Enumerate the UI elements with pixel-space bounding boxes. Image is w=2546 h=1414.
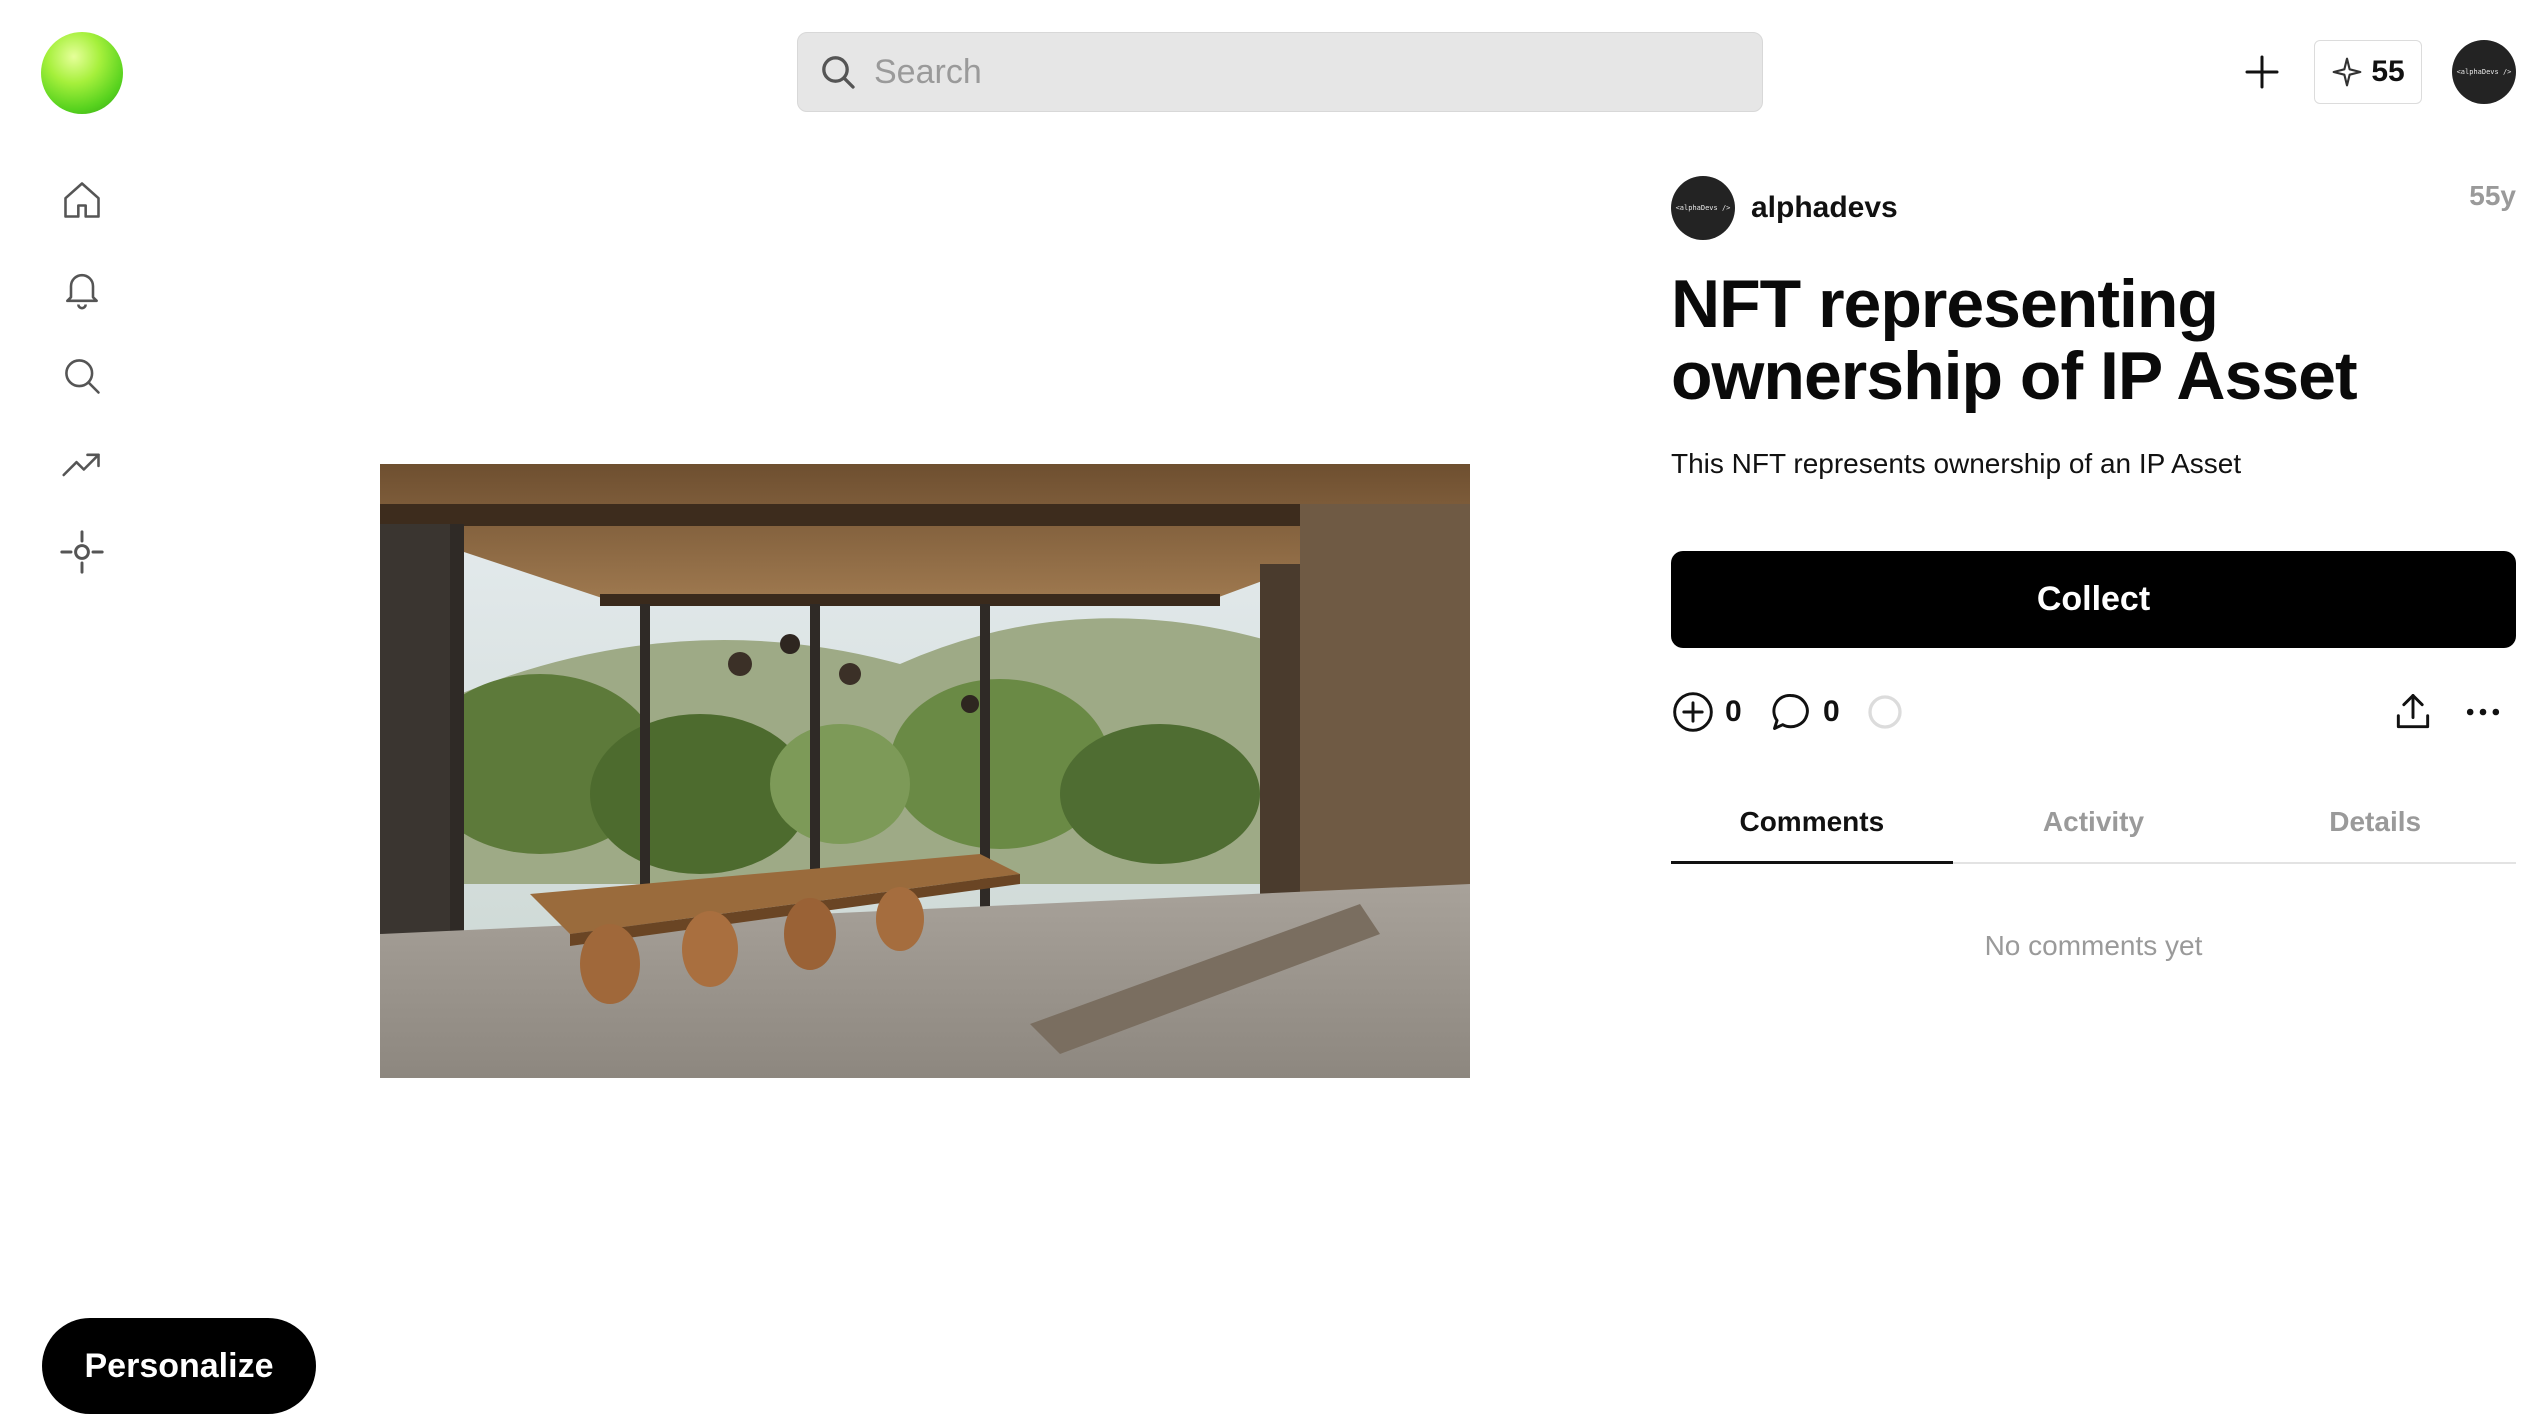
collect-button[interactable]: Collect	[1671, 551, 2516, 648]
plus-icon	[2245, 55, 2279, 89]
sidebar-item-trending[interactable]	[52, 434, 112, 494]
tab-comments[interactable]: Comments	[1671, 792, 1953, 864]
nft-image	[380, 464, 1470, 1078]
comment-icon	[1772, 694, 1809, 730]
post-age: 55y	[2469, 180, 2516, 211]
post-title: NFT representing ownership of IP Asset	[1671, 266, 2358, 414]
tab-activity[interactable]: Activity	[1953, 792, 2235, 862]
plus-circle-icon	[1673, 692, 1713, 732]
share-icon	[2396, 694, 2430, 729]
more-button[interactable]	[2461, 686, 2505, 738]
comment-count-button[interactable]: 0	[1769, 686, 1840, 738]
sidebar-item-notifications[interactable]	[52, 258, 112, 318]
sidebar-nav	[52, 170, 112, 610]
search-icon	[822, 56, 855, 89]
circle-icon	[1868, 695, 1902, 729]
sidebar-item-explore[interactable]	[52, 522, 112, 582]
sidebar-item-home[interactable]	[52, 170, 112, 230]
user-avatar[interactable]: <alphaDevs />	[2452, 40, 2516, 104]
post-description: This NFT represents ownership of an IP A…	[1671, 448, 2242, 479]
search-input[interactable]	[874, 52, 1734, 92]
tab-details[interactable]: Details	[2234, 792, 2516, 862]
sidebar-item-search[interactable]	[52, 346, 112, 406]
author-name[interactable]: alphadevs	[1751, 191, 1898, 225]
crosshair-icon	[60, 530, 104, 574]
collect-count: 0	[1725, 695, 1742, 728]
tab-bar: Comments Activity Details	[1671, 792, 2516, 864]
points-button[interactable]: 55	[2314, 40, 2422, 104]
comment-count: 0	[1823, 695, 1840, 728]
status-indicator	[1865, 686, 1905, 738]
collect-count-button[interactable]: 0	[1671, 686, 1742, 738]
share-button[interactable]	[2391, 686, 2435, 738]
search-icon	[65, 359, 100, 394]
home-icon	[64, 182, 100, 218]
no-comments-message: No comments yet	[1984, 930, 2203, 961]
trending-icon	[62, 453, 100, 477]
search-bar[interactable]	[797, 32, 1763, 112]
app-logo[interactable]	[41, 32, 123, 114]
avatar-text: <alphaDevs />	[1675, 204, 1731, 212]
action-bar: 0 0	[1671, 686, 2516, 738]
create-button[interactable]	[2232, 42, 2292, 102]
more-icon	[2466, 708, 2500, 716]
bell-icon	[66, 273, 98, 310]
author-avatar[interactable]: <alphaDevs />	[1671, 176, 1735, 240]
personalize-button[interactable]: Personalize	[42, 1318, 316, 1414]
points-count: 55	[2371, 55, 2405, 88]
sparkle-icon	[2332, 57, 2362, 87]
author-row[interactable]: <alphaDevs /> alphadevs	[1671, 176, 1898, 240]
avatar-text: <alphaDevs />	[2456, 68, 2512, 76]
